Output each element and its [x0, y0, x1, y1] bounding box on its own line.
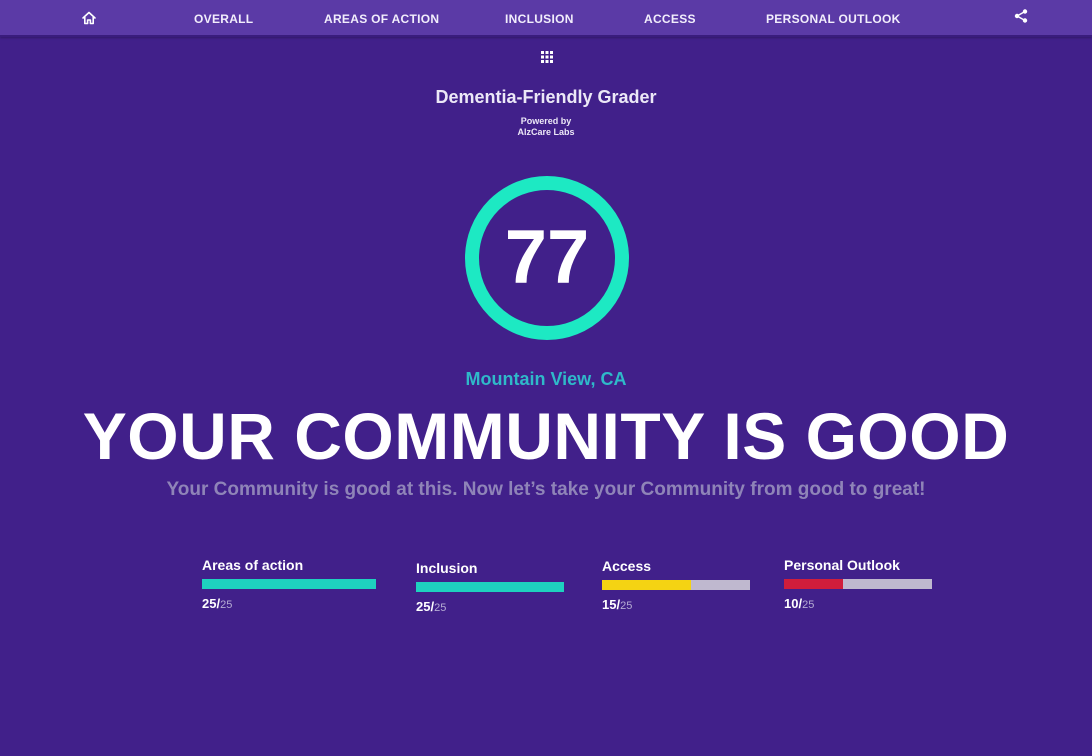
metric-label: Access [602, 558, 652, 574]
powered-by: Powered by AlzCare Labs [0, 116, 1092, 138]
metric-progress-bar [602, 580, 750, 590]
metric-score-max: 25 [620, 600, 633, 612]
powered-by-company: AlzCare Labs [517, 127, 575, 137]
metric-progress-fill [416, 582, 564, 592]
home-icon[interactable] [81, 10, 97, 26]
metric-score: 15/25 [602, 596, 750, 614]
grade-headline: YOUR COMMUNITY IS GOOD [82, 399, 1010, 473]
nav-inclusion[interactable]: INCLUSION [505, 12, 574, 26]
grid-icon[interactable] [540, 50, 554, 64]
metric-access: Access 15/25 [602, 558, 750, 614]
metric-score-max: 25 [220, 599, 233, 611]
metric-areas-of-action: Areas of action 25/25 [202, 557, 376, 613]
metric-progress-bar [202, 579, 376, 589]
metric-personal-outlook: Personal Outlook 10/25 [784, 557, 932, 613]
metric-score: 10/25 [784, 595, 932, 613]
metric-score-value: 25/ [202, 596, 221, 611]
metric-progress-bar [784, 579, 932, 589]
powered-by-label: Powered by [520, 116, 572, 126]
metric-progress-bar [416, 582, 564, 592]
metric-label: Personal Outlook [784, 557, 900, 573]
metric-score-max: 25 [434, 602, 447, 614]
metric-score-value: 25/ [416, 599, 435, 614]
metric-label: Inclusion [416, 560, 478, 576]
location-label: Mountain View, CA [465, 369, 627, 389]
nav-access[interactable]: ACCESS [644, 12, 696, 26]
nav-areas-of-action[interactable]: AREAS OF ACTION [324, 12, 439, 26]
top-navigation-bar: OVERALL AREAS OF ACTION INCLUSION ACCESS… [0, 0, 1092, 37]
grade-description: Your Community is good at this. Now let’… [166, 479, 926, 500]
metric-score-value: 10/ [784, 596, 803, 611]
nav-overall[interactable]: OVERALL [194, 12, 253, 26]
metric-progress-fill [784, 579, 844, 589]
metric-inclusion: Inclusion 25/25 [416, 560, 564, 616]
metric-progress-fill [202, 579, 376, 589]
metric-score: 25/25 [202, 595, 376, 613]
share-icon[interactable] [1013, 8, 1029, 24]
score-value: 77 [504, 215, 590, 300]
metric-score-value: 15/ [602, 597, 621, 612]
metric-score: 25/25 [416, 598, 564, 616]
metric-label: Areas of action [202, 557, 304, 573]
metric-progress-fill [602, 580, 691, 590]
nav-personal-outlook[interactable]: PERSONAL OUTLOOK [766, 12, 901, 26]
metric-score-max: 25 [802, 599, 815, 611]
grader-title: Dementia-Friendly Grader [435, 87, 657, 107]
